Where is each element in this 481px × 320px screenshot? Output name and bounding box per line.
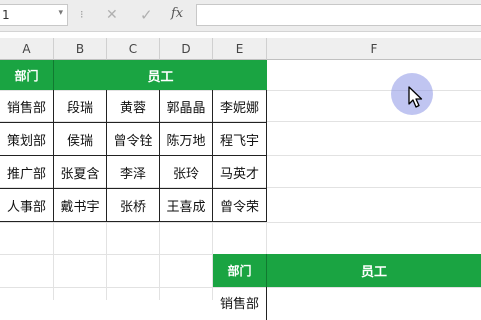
table1-header-staff[interactable]: 员工 bbox=[54, 60, 267, 90]
formula-bar: 1 ▾ ⁝ ✕ ✓ fx bbox=[0, 0, 481, 32]
table2-header-staff[interactable]: 员工 bbox=[267, 254, 481, 287]
table1-cell[interactable]: 马英才 bbox=[213, 156, 267, 189]
table1-cell[interactable]: 王喜成 bbox=[160, 189, 213, 222]
formula-input[interactable] bbox=[196, 4, 481, 26]
table1-cell[interactable]: 李泽 bbox=[107, 156, 160, 189]
table1-cell[interactable]: 段瑞 bbox=[54, 90, 107, 123]
table1-cell[interactable]: 销售部 bbox=[0, 90, 54, 123]
table1-cell[interactable]: 推广部 bbox=[0, 156, 54, 189]
chevron-down-icon[interactable]: ▾ bbox=[58, 8, 63, 18]
column-header-c[interactable]: C bbox=[107, 38, 160, 60]
grid-line bbox=[0, 222, 481, 223]
table2-cell[interactable]: 销售部 bbox=[213, 287, 267, 320]
table1-cell[interactable]: 张玲 bbox=[160, 156, 213, 189]
column-header-b[interactable]: B bbox=[54, 38, 107, 60]
name-box[interactable]: 1 ▾ bbox=[0, 4, 68, 26]
enter-icon[interactable]: ✓ bbox=[140, 6, 153, 24]
table1-cell[interactable]: 郭晶晶 bbox=[160, 90, 213, 123]
table1-header-dept[interactable]: 部门 bbox=[0, 60, 54, 90]
table1-cell[interactable]: 黄蓉 bbox=[107, 90, 160, 123]
table1-cell[interactable]: 侯瑞 bbox=[54, 123, 107, 156]
drag-handle-icon[interactable]: ⁝ bbox=[80, 8, 83, 21]
column-header-e[interactable]: E bbox=[213, 38, 267, 60]
table1-cell[interactable]: 李妮娜 bbox=[213, 90, 267, 123]
name-box-value: 1 bbox=[2, 8, 10, 22]
table1-cell[interactable]: 曾令铨 bbox=[107, 123, 160, 156]
column-header-f[interactable]: F bbox=[267, 38, 481, 60]
table1-cell[interactable]: 陈万地 bbox=[160, 123, 213, 156]
table1-cell[interactable]: 人事部 bbox=[0, 189, 54, 222]
table1-cell[interactable]: 张夏含 bbox=[54, 156, 107, 189]
table1-cell[interactable]: 曾令荣 bbox=[213, 189, 267, 222]
table1-cell[interactable]: 策划部 bbox=[0, 123, 54, 156]
cancel-icon[interactable]: ✕ bbox=[106, 7, 118, 23]
table2-header-dept[interactable]: 部门 bbox=[213, 254, 267, 287]
column-header-d[interactable]: D bbox=[160, 38, 213, 60]
table1-cell[interactable]: 程飞宇 bbox=[213, 123, 267, 156]
mouse-pointer-icon bbox=[408, 86, 423, 108]
insert-function-icon[interactable]: fx bbox=[171, 6, 183, 21]
table1-cell[interactable]: 戴书宇 bbox=[54, 189, 107, 222]
table1-cell[interactable]: 张桥 bbox=[107, 189, 160, 222]
column-header-a[interactable]: A bbox=[0, 38, 54, 60]
